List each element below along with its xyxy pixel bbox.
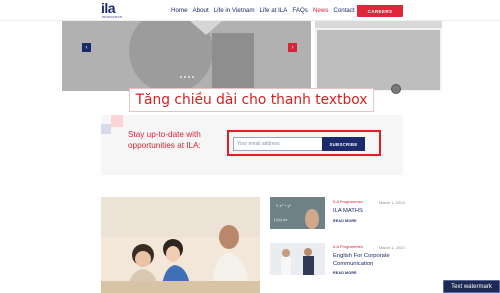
svg-text:Σ x² + y²: Σ x² + y² [276, 203, 291, 208]
subscribe-button[interactable]: SUBSCRIBE [322, 137, 365, 151]
slider-dots [180, 76, 194, 78]
subscribe-heading: Stay up-to-date with opportunities at IL… [128, 130, 201, 150]
main-nav: Home About Life in Vietnam Life at ILA F… [171, 7, 355, 14]
slider-dot[interactable] [192, 76, 194, 78]
math-board-illustration: Σ x² + y² ∫ f(x) dx [270, 197, 325, 229]
chevron-right-icon: › [291, 44, 294, 51]
hero-slider[interactable]: ‹ › [62, 21, 311, 91]
business-people-illustration [270, 243, 325, 275]
article-date: March 1, 2023 [379, 200, 405, 205]
svg-text:∫ f(x) dx: ∫ f(x) dx [273, 217, 287, 222]
text-watermark-button[interactable]: Text watermark [443, 280, 500, 293]
read-more-link[interactable]: READ MORE [333, 271, 357, 275]
logo-subtext: INNOVATION [102, 15, 123, 19]
nav-life-at-ila[interactable]: Life at ILA [260, 7, 288, 14]
article-thumbnail[interactable] [270, 243, 325, 275]
annotation-label: Tăng chiều dài cho thanh textbox [129, 88, 374, 112]
decor-square-pink [111, 115, 123, 127]
article-category[interactable]: ILA Programmes [333, 244, 363, 249]
nav-contact[interactable]: Contact [333, 7, 354, 14]
article-thumbnail[interactable]: Σ x² + y² ∫ f(x) dx [270, 197, 325, 229]
careers-button[interactable]: CAREERS [357, 5, 403, 17]
hero-image-placeholder [62, 21, 311, 91]
decor-square-blue [101, 124, 111, 134]
scroll-to-top-button[interactable] [391, 84, 401, 94]
ila-logo[interactable]: ila INNOVATION [101, 0, 127, 19]
students-photo [101, 197, 260, 293]
hero-prev-button[interactable]: ‹ [82, 43, 91, 52]
students-illustration [101, 197, 260, 293]
chevron-left-icon: ‹ [85, 44, 88, 51]
nav-faqs[interactable]: FAQs [292, 7, 307, 14]
email-input[interactable] [233, 137, 322, 151]
nav-home[interactable]: Home [171, 7, 188, 14]
hero-next-button[interactable]: › [288, 43, 297, 52]
side-banner-image [317, 30, 440, 90]
side-banner-top [315, 21, 442, 28]
logo-text: ila [101, 0, 116, 16]
nav-news[interactable]: News [313, 7, 328, 14]
slider-dot[interactable] [180, 76, 182, 78]
read-more-link[interactable]: READ MORE [333, 219, 357, 223]
article-title[interactable]: ILA MATHS [333, 208, 413, 216]
nav-about[interactable]: About [193, 7, 209, 14]
slider-dot[interactable] [188, 76, 190, 78]
article-title[interactable]: English For Corporate Communication [333, 253, 413, 268]
article-date: March 1, 2023 [379, 245, 405, 250]
slider-dot[interactable] [184, 76, 186, 78]
article-category[interactable]: ILA Programmes [333, 199, 363, 204]
nav-life-in-vietnam[interactable]: Life in Vietnam [214, 7, 255, 14]
